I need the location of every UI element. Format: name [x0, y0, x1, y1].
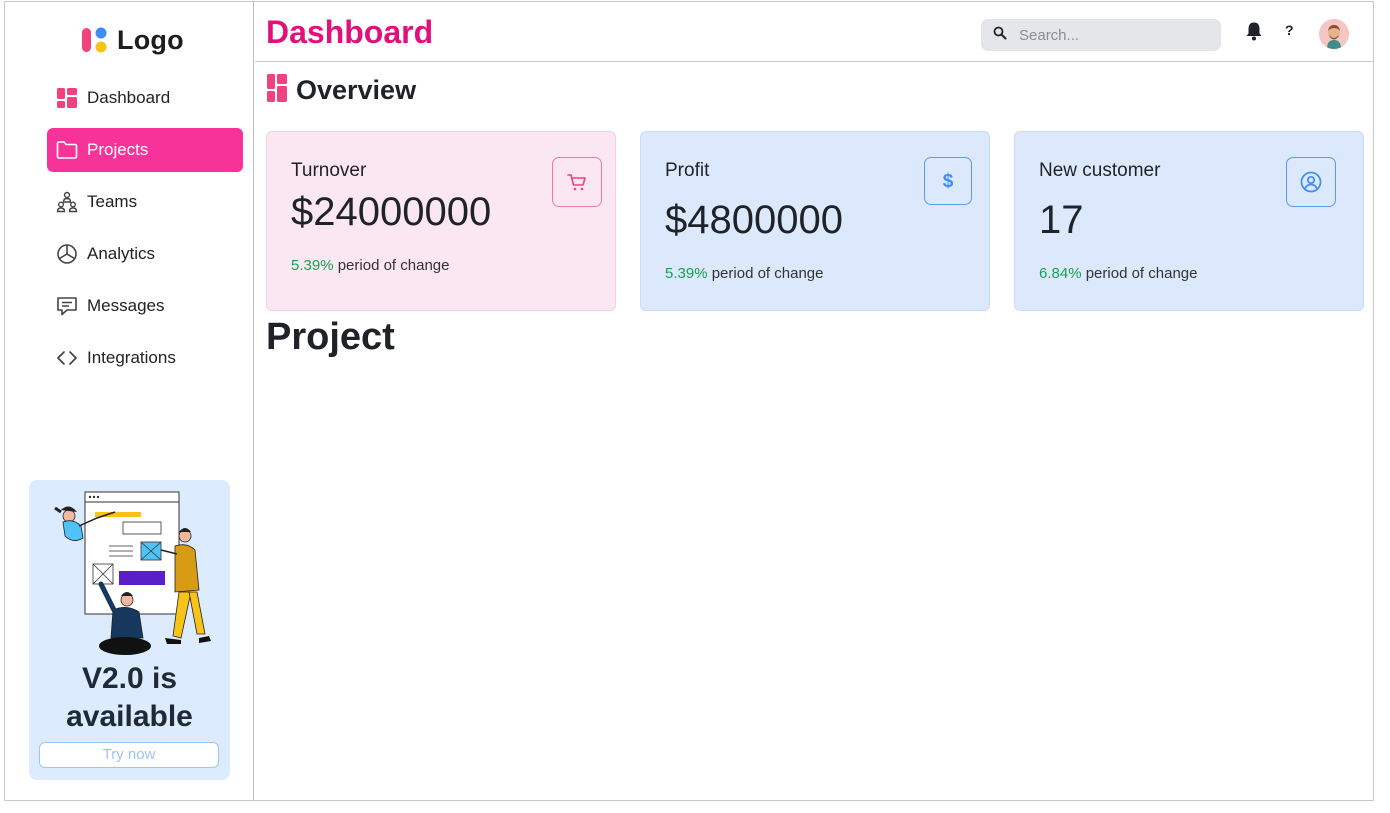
dashboard-icon [56, 87, 78, 109]
topbar: Dashboard ? [255, 2, 1373, 62]
change-text: period of change [1081, 265, 1198, 282]
overview-heading: Overview [267, 74, 416, 107]
logo-icon [82, 27, 107, 53]
main-content: Dashboard ? [255, 2, 1373, 800]
search-icon [993, 26, 1007, 45]
svg-text:$: $ [943, 171, 954, 192]
sidebar-item-analytics[interactable]: Analytics [47, 232, 243, 276]
stat-card-change: 5.39% period of change [291, 257, 449, 274]
sidebar-item-label: Dashboard [87, 88, 171, 107]
dollar-icon[interactable]: $ [924, 157, 972, 205]
search-box[interactable] [981, 19, 1221, 51]
stat-cards: Turnover $24000000 5.39% period of chang… [266, 131, 1365, 311]
stat-card-change: 5.39% period of change [665, 265, 823, 282]
stat-card-value: $24000000 [291, 190, 492, 234]
try-now-button[interactable]: Try now [39, 742, 219, 768]
sidebar-item-projects[interactable]: Projects [47, 128, 243, 172]
project-section-title: Project [266, 316, 395, 358]
sidebar-item-label: Analytics [87, 244, 156, 263]
logo[interactable]: Logo [81, 24, 184, 56]
stat-card-title: New customer [1039, 160, 1161, 181]
stat-card-profit: Profit $4800000 5.39% period of change $ [640, 131, 990, 311]
sidebar-item-label: Messages [87, 296, 165, 315]
team-illustration [54, 491, 211, 655]
help-icon[interactable]: ? [1285, 22, 1294, 38]
change-text: period of change [707, 265, 824, 282]
avatar[interactable] [1319, 19, 1349, 49]
page-title: Dashboard [266, 14, 434, 50]
user-circle-icon[interactable] [1286, 157, 1336, 207]
change-percent: 5.39% [291, 257, 334, 274]
search-input[interactable] [1019, 26, 1199, 44]
stat-card-change: 6.84% period of change [1039, 265, 1197, 282]
stat-card-title: Turnover [291, 160, 367, 181]
app-window: Logo Dashboard Projects Teams Analytics … [4, 1, 1374, 801]
sidebar-item-messages[interactable]: Messages [47, 284, 243, 328]
teams-icon [56, 191, 78, 213]
code-icon [56, 347, 78, 369]
cart-icon[interactable] [552, 157, 602, 207]
message-icon [56, 295, 78, 317]
stat-card-title: Profit [665, 160, 710, 181]
stat-card-value: $4800000 [665, 198, 843, 242]
stat-card-new-customer: New customer 17 6.84% period of change [1014, 131, 1364, 311]
change-percent: 6.84% [1039, 265, 1082, 282]
sidebar-item-teams[interactable]: Teams [47, 180, 243, 224]
sidebar-item-label: Projects [87, 140, 149, 159]
change-percent: 5.39% [665, 265, 708, 282]
promo-title: V2.0 is available [66, 662, 193, 733]
sidebar-item-label: Integrations [87, 348, 176, 367]
overview-title: Overview [296, 75, 417, 105]
bell-icon[interactable] [1245, 21, 1263, 46]
stat-card-value: 17 [1039, 198, 1084, 242]
pie-chart-icon [56, 243, 78, 265]
logo-text: Logo [117, 24, 184, 55]
overview-icon [267, 74, 287, 107]
upgrade-promo: V2.0 is available Try now [29, 480, 230, 780]
sidebar: Logo Dashboard Projects Teams Analytics … [5, 2, 254, 800]
sidebar-nav: Dashboard Projects Teams Analytics Messa… [47, 76, 243, 388]
stat-card-turnover: Turnover $24000000 5.39% period of chang… [266, 131, 616, 311]
sidebar-item-dashboard[interactable]: Dashboard [47, 76, 243, 120]
folder-icon [56, 139, 78, 161]
sidebar-item-label: Teams [87, 192, 138, 211]
sidebar-item-integrations[interactable]: Integrations [47, 336, 243, 380]
change-text: period of change [333, 257, 450, 274]
